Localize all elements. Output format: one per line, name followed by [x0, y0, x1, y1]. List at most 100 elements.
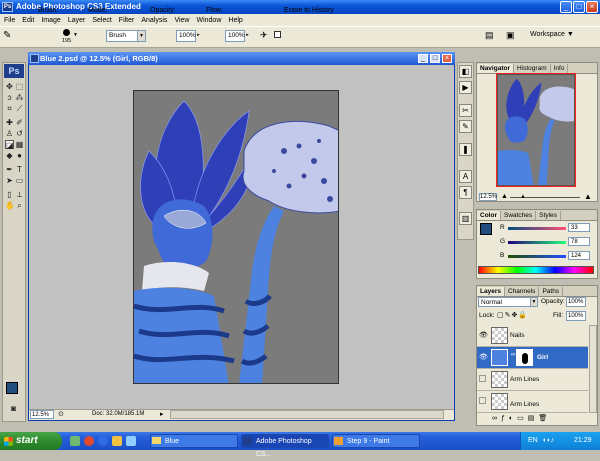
shape-tool-icon[interactable]: ▭: [15, 176, 24, 185]
pen-tool-icon[interactable]: ✒: [5, 165, 14, 174]
menu-file[interactable]: File: [4, 17, 15, 24]
doc-close-button[interactable]: ×: [442, 54, 452, 63]
menu-select[interactable]: Select: [92, 17, 111, 24]
document-title-bar[interactable]: Blue 2.psd @ 12.5% (Girl, RGB/8): [28, 52, 455, 65]
eye-icon[interactable]: 👁: [479, 331, 488, 339]
eraser-tool-preset-icon[interactable]: ✎: [3, 30, 11, 41]
quicklaunch-desktop-icon[interactable]: [70, 436, 80, 446]
tab-layers[interactable]: Layers: [477, 287, 505, 296]
erase-to-history-checkbox[interactable]: [274, 31, 281, 38]
navigator-zoom-thumb[interactable]: ▲: [520, 194, 526, 200]
taskbar-item-photoshop[interactable]: Adobe Photoshop CS...: [241, 434, 329, 458]
menu-analysis[interactable]: Analysis: [141, 17, 167, 24]
menu-image[interactable]: Image: [41, 17, 60, 24]
marquee-tool-icon[interactable]: ⬚: [15, 82, 24, 91]
move-tool-icon[interactable]: ✥: [5, 82, 14, 91]
image-canvas[interactable]: [133, 90, 339, 384]
tab-color[interactable]: Color: [477, 211, 501, 220]
status-menu-icon[interactable]: ⊙: [58, 410, 64, 418]
menu-help[interactable]: Help: [228, 17, 242, 24]
tool-presets-dock-icon[interactable]: ✂: [459, 104, 472, 117]
r-value[interactable]: 33: [568, 223, 590, 232]
close-button[interactable]: ×: [586, 1, 598, 13]
maximize-button[interactable]: □: [573, 1, 585, 13]
quicklaunch-other-icon[interactable]: [126, 436, 136, 446]
lasso-tool-icon[interactable]: ↄ: [5, 93, 14, 102]
workspace-button[interactable]: Workspace ▼: [530, 31, 574, 38]
menu-filter[interactable]: Filter: [119, 17, 135, 24]
clone-source-dock-icon[interactable]: ❚: [459, 143, 472, 156]
zoom-in-icon[interactable]: ▲: [584, 192, 592, 201]
tray-icons[interactable]: ◖◗♪: [542, 437, 554, 444]
quicklaunch-ie-icon[interactable]: [98, 436, 108, 446]
foreground-color-swatch[interactable]: [6, 382, 18, 394]
layers-scrollbar[interactable]: [589, 325, 597, 413]
tab-histogram[interactable]: Histogram: [514, 64, 551, 73]
zoom-tool-icon[interactable]: ⌕: [15, 201, 24, 210]
blur-tool-icon[interactable]: ◆: [5, 151, 14, 160]
language-indicator[interactable]: EN: [528, 437, 538, 444]
crop-tool-icon[interactable]: ⌗: [5, 104, 14, 113]
visibility-toggle[interactable]: [479, 397, 486, 404]
navigator-zoom-field[interactable]: 12.5%: [479, 193, 497, 201]
menu-window[interactable]: Window: [196, 17, 221, 24]
b-value[interactable]: 124: [568, 251, 590, 260]
layer-opacity-input[interactable]: 100%: [566, 297, 586, 307]
airbrush-icon[interactable]: ✈: [260, 30, 268, 41]
clock[interactable]: 21:29: [574, 437, 592, 444]
slice-tool-icon[interactable]: ⟋: [15, 104, 24, 113]
flow-arrow-icon[interactable]: ▸: [244, 30, 251, 42]
minimize-button[interactable]: _: [560, 1, 572, 13]
taskbar-item-paint[interactable]: Step 9 - Paint: [332, 434, 420, 448]
dodge-tool-icon[interactable]: ●: [15, 151, 24, 160]
layer-actions-bar[interactable]: ∞ƒ◐▭▤🗑: [478, 414, 596, 424]
doc-maximize-button[interactable]: □: [430, 54, 440, 63]
color-foreground-swatch[interactable]: [480, 223, 492, 235]
blend-mode-dropdown-icon[interactable]: ▼: [530, 297, 538, 307]
zoom-level-field[interactable]: 12.5%: [30, 410, 54, 419]
hand-tool-icon[interactable]: ✋: [5, 201, 15, 210]
status-arrow-icon[interactable]: ▸: [160, 410, 164, 418]
eye-icon[interactable]: 👁: [479, 353, 488, 361]
brushes-dock-icon[interactable]: ✎: [459, 120, 472, 133]
notes-tool-icon[interactable]: ▯: [5, 190, 14, 199]
brush-dropdown-icon[interactable]: ▼: [72, 30, 79, 38]
r-slider[interactable]: [508, 227, 566, 230]
quick-mask-icon[interactable]: ◙: [9, 404, 18, 413]
actions-dock-icon[interactable]: ▶: [459, 81, 472, 94]
photoshop-logo[interactable]: Ps: [4, 64, 24, 78]
menu-view[interactable]: View: [174, 17, 189, 24]
tab-paths[interactable]: Paths: [539, 287, 564, 296]
navigator-dock-icon[interactable]: ◧: [459, 65, 472, 78]
menu-edit[interactable]: Edit: [22, 17, 34, 24]
tab-info[interactable]: Info: [551, 64, 569, 73]
doc-minimize-button[interactable]: _: [418, 54, 428, 63]
path-selection-tool-icon[interactable]: ➤: [5, 176, 14, 185]
layer-row-arm-lines[interactable]: Arm Lines: [477, 369, 588, 391]
tab-swatches[interactable]: Swatches: [501, 211, 537, 220]
photoshop-app-icon[interactable]: Ps: [2, 2, 13, 12]
quicklaunch-media-icon[interactable]: [112, 436, 122, 446]
tab-channels[interactable]: Channels: [505, 287, 540, 296]
eyedropper-tool-icon[interactable]: ⟂: [15, 190, 24, 199]
color-ramp[interactable]: [478, 266, 594, 274]
visibility-toggle[interactable]: [479, 375, 486, 382]
tab-navigator[interactable]: Navigator: [477, 64, 514, 73]
opacity-input[interactable]: 100%: [176, 30, 196, 42]
file-browser-icon[interactable]: ▤: [485, 30, 494, 41]
b-slider[interactable]: [508, 255, 566, 258]
brush-tool-icon[interactable]: ✐: [15, 118, 24, 127]
g-slider[interactable]: [508, 241, 566, 244]
g-value[interactable]: 78: [568, 237, 590, 246]
quicklaunch-browser-icon[interactable]: [84, 436, 94, 446]
horizontal-scrollbar[interactable]: [170, 410, 444, 419]
mode-select[interactable]: Brush: [106, 30, 138, 42]
tab-styles[interactable]: Styles: [536, 211, 561, 220]
menu-layer[interactable]: Layer: [68, 17, 86, 24]
gradient-tool-icon[interactable]: ▦: [15, 140, 24, 149]
fill-input[interactable]: 100%: [566, 311, 586, 321]
paragraph-dock-icon[interactable]: ¶: [459, 186, 472, 199]
mode-dropdown-icon[interactable]: ▼: [137, 30, 146, 42]
magic-wand-tool-icon[interactable]: ⁂: [15, 93, 24, 102]
opacity-arrow-icon[interactable]: ▸: [195, 30, 202, 42]
